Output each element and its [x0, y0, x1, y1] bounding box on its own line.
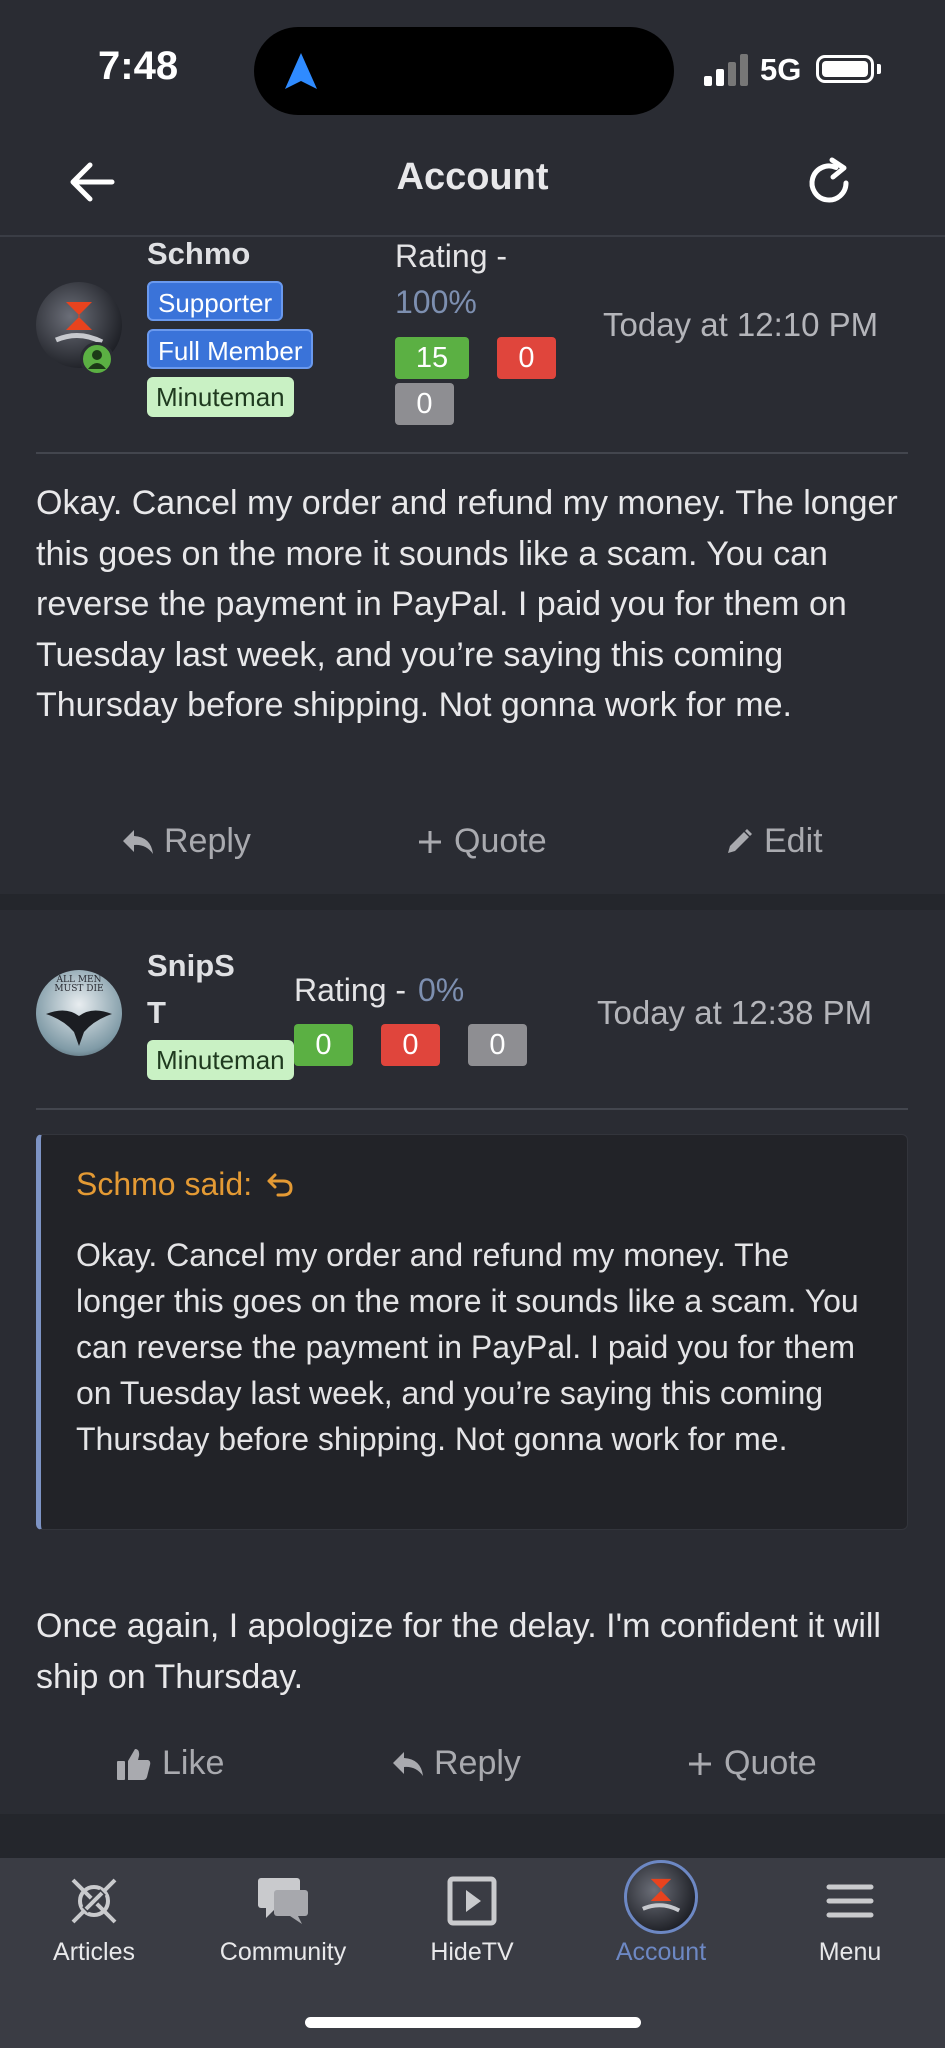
articles-icon	[71, 1878, 117, 1924]
post-1-reply-button[interactable]: Reply	[122, 822, 251, 861]
post-1-username[interactable]: Schmo	[147, 236, 250, 272]
post-2-username-line2[interactable]: T	[147, 995, 166, 1031]
status-time: 7:48	[98, 44, 179, 88]
negative-count: 0	[497, 337, 556, 379]
edit-label: Edit	[764, 822, 823, 860]
reply-label: Reply	[434, 1744, 521, 1782]
post-1-edit-button[interactable]: Edit	[724, 822, 823, 861]
home-indicator[interactable]	[305, 2017, 641, 2028]
quote-text: Okay. Cancel my order and refund my mone…	[76, 1237, 859, 1457]
neutral-count: 0	[468, 1024, 527, 1066]
quote-author-label: Schmo said:	[76, 1166, 253, 1202]
network-type: 5G	[760, 52, 802, 87]
post-1-body: Okay. Cancel my order and refund my mone…	[36, 484, 898, 724]
like-label: Like	[162, 1744, 225, 1782]
pencil-icon	[728, 828, 752, 853]
online-status-icon	[80, 342, 114, 376]
badge-full-member: Full Member	[147, 329, 314, 369]
post-2-quote-button[interactable]: Quote	[686, 1744, 817, 1783]
battery-tip	[877, 64, 881, 74]
post-2-avatar[interactable]: ALL MEN MUST DIE	[36, 970, 122, 1056]
nav-hidetv-label: HideTV	[430, 1938, 514, 1966]
battery-icon	[816, 55, 874, 83]
negative-count: 0	[381, 1024, 440, 1066]
badge-supporter: Supporter	[147, 281, 284, 321]
account-avatar-icon	[624, 1860, 698, 1934]
positive-count: 15	[395, 337, 469, 379]
nav-articles[interactable]: Articles	[19, 1872, 169, 1967]
chat-bubbles-icon	[258, 1878, 308, 1924]
post-2-reply-button[interactable]: Reply	[392, 1744, 521, 1783]
reply-label: Reply	[164, 822, 251, 860]
nav-account-label: Account	[615, 1938, 707, 1966]
plus-icon	[419, 830, 441, 853]
post-1-quote-button[interactable]: Quote	[416, 822, 547, 861]
quote-label: Quote	[724, 1744, 817, 1782]
go-to-quote-icon[interactable]	[266, 1171, 294, 1199]
thumbs-up-icon	[117, 1748, 151, 1780]
post-2-divider	[36, 1108, 908, 1110]
cellular-signal-icon	[704, 54, 748, 86]
post-2-body: Once again, I apologize for the delay. I…	[36, 1607, 881, 1696]
rating-label: Rating -	[395, 238, 508, 274]
refresh-icon[interactable]	[802, 156, 856, 210]
video-play-icon	[447, 1876, 497, 1926]
navigation-arrow-icon	[285, 53, 317, 89]
dynamic-island	[254, 27, 674, 115]
raven-icon	[46, 1010, 112, 1046]
quote-author[interactable]: Schmo said:	[76, 1166, 294, 1203]
post-separator	[0, 894, 945, 910]
nav-hidetv[interactable]: HideTV	[397, 1872, 547, 1967]
rating-percent: 100%	[395, 284, 477, 320]
post-separator	[0, 1814, 945, 1858]
rating-label: Rating -	[294, 972, 407, 1008]
plus-icon	[689, 1752, 711, 1775]
neutral-count: 0	[395, 383, 454, 425]
quote-label: Quote	[454, 822, 547, 860]
nav-menu-label: Menu	[818, 1938, 882, 1966]
post-2-username-line1[interactable]: SnipS	[147, 948, 235, 984]
header-divider	[0, 235, 945, 237]
badge-minuteman: Minuteman	[147, 377, 294, 417]
nav-account[interactable]: Account	[586, 1860, 736, 1967]
hamburger-menu-icon	[826, 1884, 874, 1918]
post-1-divider	[36, 452, 908, 454]
badge-minuteman: Minuteman	[147, 1040, 294, 1080]
nav-community-label: Community	[219, 1938, 347, 1966]
nav-community[interactable]: Community	[208, 1872, 358, 1967]
reply-icon	[393, 1751, 423, 1776]
post-1-timestamp[interactable]: Today at 12:10 PM	[603, 306, 878, 344]
positive-count: 0	[294, 1024, 353, 1066]
post-2-like-button[interactable]: Like	[116, 1744, 224, 1783]
reply-icon	[123, 829, 153, 854]
nav-menu[interactable]: Menu	[775, 1872, 925, 1967]
nav-articles-label: Articles	[53, 1938, 135, 1966]
post-2-timestamp[interactable]: Today at 12:38 PM	[597, 994, 872, 1032]
rating-percent: 0%	[418, 972, 465, 1008]
